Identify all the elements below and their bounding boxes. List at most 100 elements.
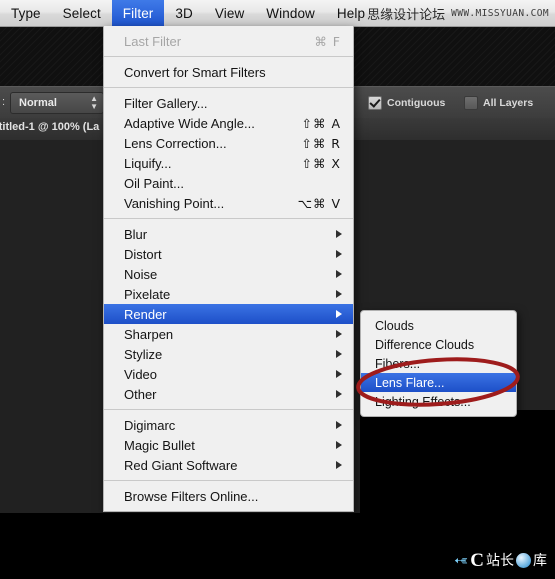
flame-icon: ➳ xyxy=(454,551,469,570)
menu-item-label: Other xyxy=(124,386,157,402)
submenu-item-lighting-effects[interactable]: Lighting Effects... xyxy=(361,392,516,411)
submenu-arrow-icon xyxy=(336,250,342,258)
menu-item-last-filter[interactable]: Last Filter ⌘ F xyxy=(104,31,353,51)
menu-item-filter-gallery[interactable]: Filter Gallery... xyxy=(104,93,353,113)
menu-item-label: Last Filter xyxy=(124,33,182,49)
menu-item-label: Magic Bullet xyxy=(124,437,195,453)
menu-item-label: Sharpen xyxy=(124,326,174,342)
menu-item-label: Render xyxy=(124,306,167,322)
submenu-arrow-icon xyxy=(336,370,342,378)
menu-window[interactable]: Window xyxy=(255,0,326,26)
menu-item-stylize[interactable]: Stylize xyxy=(104,344,353,364)
menu-item-label: Pixelate xyxy=(124,286,171,302)
all-layers-checkbox-row[interactable]: All Layers xyxy=(464,96,533,110)
contiguous-checkbox-row[interactable]: Contiguous xyxy=(368,96,445,110)
menu-item-video[interactable]: Video xyxy=(104,364,353,384)
filter-dropdown-menu: Last Filter ⌘ F Convert for Smart Filter… xyxy=(103,26,354,512)
menu-item-label: Clouds xyxy=(375,318,414,333)
submenu-arrow-icon xyxy=(336,330,342,338)
submenu-arrow-icon xyxy=(336,310,342,318)
menu-item-shortcut: ⇧⌘ X xyxy=(301,155,341,171)
menu-item-label: Liquify... xyxy=(124,155,172,171)
watermark-text-cn2: 库 xyxy=(533,552,547,569)
photoshop-window: : Normal ▲ ▼ Contiguous All Layers ntitle… xyxy=(0,0,555,579)
menu-item-blur[interactable]: Blur xyxy=(104,224,353,244)
submenu-item-clouds[interactable]: Clouds xyxy=(361,316,516,335)
menu-item-browse-filters-online[interactable]: Browse Filters Online... xyxy=(104,486,353,506)
watermark-text-cn: 站长 xyxy=(486,552,514,569)
menu-view[interactable]: View xyxy=(204,0,255,26)
menu-item-label: Convert for Smart Filters xyxy=(124,64,266,80)
document-tab-title: ntitled-1 @ 100% (La xyxy=(0,121,100,133)
menu-item-liquify[interactable]: Liquify... ⇧⌘ X xyxy=(104,153,353,173)
logo-letter-c: C xyxy=(470,550,484,571)
submenu-item-fibers[interactable]: Fibers... xyxy=(361,354,516,373)
brand-name-cn: 思缘设计论坛 xyxy=(367,7,446,23)
submenu-arrow-icon xyxy=(336,441,342,449)
menu-item-vanishing-point[interactable]: Vanishing Point... ⌥⌘ V xyxy=(104,193,353,213)
menu-item-noise[interactable]: Noise xyxy=(104,264,353,284)
menu-item-sharpen[interactable]: Sharpen xyxy=(104,324,353,344)
menu-item-label: Vanishing Point... xyxy=(124,195,225,211)
disc-icon xyxy=(516,553,531,568)
brand-url: WWW.MISSYUAN.COM xyxy=(451,7,549,19)
menu-separator xyxy=(104,218,353,219)
menu-item-label: Difference Clouds xyxy=(375,337,475,352)
menu-separator xyxy=(104,480,353,481)
menu-separator xyxy=(104,87,353,88)
menu-item-convert-for-smart-filters[interactable]: Convert for Smart Filters xyxy=(104,62,353,82)
submenu-arrow-icon xyxy=(336,230,342,238)
menu-item-label: Lens Flare... xyxy=(375,375,445,390)
menu-bar: Type Select Filter 3D View Window Help 思… xyxy=(0,0,555,27)
menu-item-label: Digimarc xyxy=(124,417,176,433)
contiguous-label: Contiguous xyxy=(387,97,446,109)
menu-item-render[interactable]: Render xyxy=(104,304,353,324)
menu-type[interactable]: Type xyxy=(0,0,52,26)
menu-item-oil-paint[interactable]: Oil Paint... xyxy=(104,173,353,193)
menu-item-label: Oil Paint... xyxy=(124,175,184,191)
blend-mode-value: Normal xyxy=(19,97,57,109)
blend-mode-select[interactable]: Normal ▲ ▼ xyxy=(10,92,104,114)
submenu-item-difference-clouds[interactable]: Difference Clouds xyxy=(361,335,516,354)
submenu-arrow-icon xyxy=(336,390,342,398)
blend-mode-label: : xyxy=(2,96,6,108)
menu-item-pixelate[interactable]: Pixelate xyxy=(104,284,353,304)
menu-item-red-giant-software[interactable]: Red Giant Software xyxy=(104,455,353,475)
menu-item-label: Stylize xyxy=(124,346,163,362)
menu-item-label: Browse Filters Online... xyxy=(124,488,259,504)
menu-item-label: Fibers... xyxy=(375,356,421,371)
menu-item-lens-correction[interactable]: Lens Correction... ⇧⌘ R xyxy=(104,133,353,153)
menu-item-distort[interactable]: Distort xyxy=(104,244,353,264)
submenu-arrow-icon xyxy=(336,421,342,429)
brand-watermark-top: 思缘设计论坛 WWW.MISSYUAN.COM xyxy=(367,0,549,26)
menu-item-label: Distort xyxy=(124,246,162,262)
menu-item-label: Adaptive Wide Angle... xyxy=(124,115,255,131)
submenu-item-lens-flare[interactable]: Lens Flare... xyxy=(361,373,516,392)
render-submenu: Clouds Difference Clouds Fibers... Lens … xyxy=(360,310,517,417)
menu-item-label: Red Giant Software xyxy=(124,457,238,473)
chevron-updown-icon: ▲ ▼ xyxy=(90,94,98,111)
menu-item-magic-bullet[interactable]: Magic Bullet xyxy=(104,435,353,455)
submenu-arrow-icon xyxy=(336,290,342,298)
checkbox-checked-icon[interactable] xyxy=(368,96,382,110)
menu-item-label: Lighting Effects... xyxy=(375,394,471,409)
all-layers-label: All Layers xyxy=(483,97,534,109)
menu-item-label: Blur xyxy=(124,226,148,242)
menu-item-shortcut: ⌘ F xyxy=(314,33,341,49)
menu-item-shortcut: ⇧⌘ A xyxy=(301,115,341,131)
submenu-arrow-icon xyxy=(336,350,342,358)
menu-item-shortcut: ⌥⌘ V xyxy=(297,195,341,211)
submenu-arrow-icon xyxy=(336,461,342,469)
menu-item-label: Noise xyxy=(124,266,158,282)
menu-3d[interactable]: 3D xyxy=(164,0,203,26)
menu-filter[interactable]: Filter xyxy=(111,0,165,26)
menu-item-label: Filter Gallery... xyxy=(124,95,208,111)
menu-select[interactable]: Select xyxy=(52,0,112,26)
menu-item-adaptive-wide-angle[interactable]: Adaptive Wide Angle... ⇧⌘ A xyxy=(104,113,353,133)
menu-item-label: Lens Correction... xyxy=(124,135,227,151)
checkbox-unchecked-icon[interactable] xyxy=(464,96,478,110)
menu-item-other[interactable]: Other xyxy=(104,384,353,404)
menu-item-digimarc[interactable]: Digimarc xyxy=(104,415,353,435)
menu-item-shortcut: ⇧⌘ R xyxy=(301,135,341,151)
menu-separator xyxy=(104,409,353,410)
